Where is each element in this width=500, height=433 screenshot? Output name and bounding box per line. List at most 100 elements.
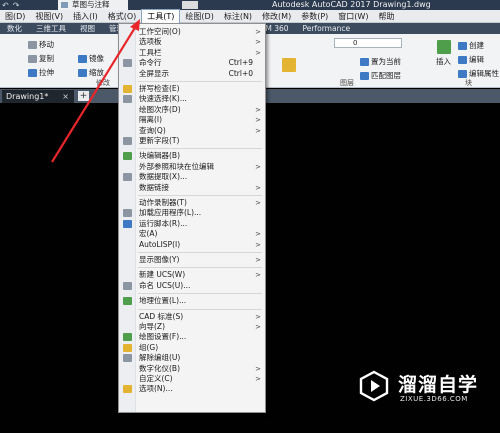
share-button[interactable] <box>182 1 198 9</box>
workspace-switcher[interactable]: 草图与注释 <box>58 0 128 10</box>
tools-menu-item[interactable]: 查询(Q) > <box>119 126 265 136</box>
tools-menu-item[interactable]: 隔离(I) > <box>119 115 265 125</box>
tools-menu-item-label: 加载应用程序(L)... <box>139 208 202 218</box>
submenu-arrow-icon: > <box>255 105 261 114</box>
named-ucs-icon <box>123 281 132 290</box>
menu-format[interactable]: 格式(O) <box>103 10 142 23</box>
ribbon-tab-performance[interactable]: Performance <box>296 23 358 34</box>
close-icon[interactable]: × <box>62 90 69 103</box>
menu-draw-partial[interactable]: 图(D) <box>0 10 30 23</box>
tools-menu-item[interactable]: 选项板 > <box>119 37 265 47</box>
tools-menu-item[interactable]: 运行脚本(R)... <box>119 219 265 229</box>
menu-modify[interactable]: 修改(M) <box>257 10 296 23</box>
move-button[interactable]: 移动 <box>28 39 54 50</box>
tools-menu-item[interactable]: 解除编组(U) <box>119 353 265 363</box>
submenu-arrow-icon: > <box>255 364 261 373</box>
tools-menu-item[interactable]: 绘图设置(F)... <box>119 332 265 342</box>
tools-menu-item[interactable]: 命名 UCS(U)... <box>119 281 265 291</box>
tools-menu-item-label: 命令行 <box>139 58 162 68</box>
load-app-icon <box>123 209 132 218</box>
ribbon-tab-digitize[interactable]: 数化 <box>0 23 29 34</box>
mirror-icon <box>78 54 87 63</box>
tools-menu-item-label: 数据提取(X)... <box>139 172 188 182</box>
quick-access-toolbar[interactable]: ↶ ↷ <box>2 0 19 10</box>
tools-menu-item[interactable]: 数据链接 > <box>119 183 265 193</box>
tools-menu-item-label: 更新字段(T) <box>139 136 180 145</box>
menu-separator <box>138 81 262 82</box>
menu-parametric[interactable]: 参数(P) <box>296 10 333 23</box>
tools-menu-item-label: 选项板 <box>139 37 162 47</box>
tools-menu-item[interactable]: 快速选择(K)... <box>119 94 265 104</box>
update-field-icon <box>123 137 132 145</box>
scale-button[interactable]: 缩放 <box>78 67 104 78</box>
undo-icon[interactable]: ↶ <box>2 1 9 10</box>
tools-menu-item[interactable]: 工具栏 > <box>119 48 265 58</box>
tools-menu-item[interactable]: 外部参照和块在位编辑 > <box>119 162 265 172</box>
tools-menu-item-label: 数据链接 <box>139 182 169 192</box>
menu-help[interactable]: 帮助 <box>373 10 399 23</box>
tools-menu-item[interactable]: 全屏显示 Ctrl+0 <box>119 69 265 79</box>
layer-panel-title[interactable]: 图层 <box>340 78 354 88</box>
mirror-button[interactable]: 镜像 <box>78 53 104 64</box>
tools-menu-item-label: 拼写检查(E) <box>139 84 180 93</box>
submenu-arrow-icon: > <box>255 256 261 264</box>
insert-block-button[interactable]: 插入 <box>436 40 451 67</box>
tools-menu-item[interactable]: 加载应用程序(L)... <box>119 208 265 218</box>
tools-menu-item[interactable]: 地理位置(L)... <box>119 296 265 306</box>
tools-menu-item[interactable]: AutoLISP(I) > <box>119 240 265 250</box>
tools-menu-item[interactable]: 组(G) <box>119 343 265 353</box>
menu-insert[interactable]: 插入(I) <box>68 10 103 23</box>
submenu-arrow-icon: > <box>255 28 261 36</box>
layer-combo[interactable]: 0 <box>334 38 402 48</box>
tools-menu-item-label: 运行脚本(R)... <box>139 218 188 228</box>
tools-menu-item[interactable]: 显示图像(Y) > <box>119 255 265 265</box>
tools-menu-item[interactable]: 块编辑器(B) <box>119 151 265 161</box>
drafting-settings-icon <box>123 333 132 342</box>
ribbon-tab-view[interactable]: 视图 <box>73 23 102 34</box>
edit-block-button[interactable]: 编辑 <box>458 54 484 65</box>
tools-menu-item[interactable]: 向导(Z) > <box>119 322 265 332</box>
tools-menu-item[interactable]: 更新字段(T) <box>119 136 265 146</box>
tools-menu-item[interactable]: 工作空间(O) > <box>119 27 265 37</box>
stretch-button[interactable]: 拉伸 <box>28 67 54 78</box>
ribbon-tab-3d-tools[interactable]: 三维工具 <box>29 23 73 34</box>
menu-window[interactable]: 窗口(W) <box>333 10 373 23</box>
redo-icon[interactable]: ↷ <box>13 1 20 10</box>
tools-menu-item[interactable]: CAD 标准(S) > <box>119 312 265 322</box>
modify-panel-title[interactable]: 修改 <box>96 78 110 88</box>
tools-menu-item[interactable]: 拼写检查(E) <box>119 84 265 94</box>
tools-menu-item[interactable]: 自定义(C) > <box>119 374 265 384</box>
menu-bar: 图(D) 视图(V) 插入(I) 格式(O) 工具(T) 绘图(D) 标注(N)… <box>0 9 500 23</box>
tools-menu-item-label: 宏(A) <box>139 229 158 239</box>
tools-menu-item[interactable]: 命令行 Ctrl+9 <box>119 58 265 68</box>
watermark-brand: 溜溜自学 <box>398 374 479 396</box>
submenu-arrow-icon: > <box>255 162 261 171</box>
menu-tools[interactable]: 工具(T) <box>141 9 181 23</box>
ungroup-icon <box>123 354 132 363</box>
tools-menu-item[interactable]: 新建 UCS(W) > <box>119 270 265 280</box>
layer-properties-button[interactable] <box>282 58 296 72</box>
tools-menu-item-label: 绘图设置(F)... <box>139 332 187 342</box>
menu-draw[interactable]: 绘图(D) <box>180 10 218 23</box>
new-tab-button[interactable]: + <box>78 91 89 101</box>
tools-menu-item[interactable]: 数据提取(X)... <box>119 172 265 182</box>
match-layer-button[interactable]: 匹配图层 <box>360 70 401 81</box>
doc-tab-drawing1[interactable]: Drawing1* × <box>2 90 74 103</box>
tools-menu-item[interactable]: 数字化仪(B) > <box>119 364 265 374</box>
tools-menu-item[interactable]: 选项(N)... <box>119 384 265 394</box>
tools-menu-item[interactable]: 宏(A) > <box>119 229 265 239</box>
tools-menu-item-label: 地理位置(L)... <box>139 296 187 306</box>
copy-button[interactable]: 复制 <box>28 53 54 64</box>
menu-view[interactable]: 视图(V) <box>30 10 68 23</box>
tools-menu-item-label: 组(G) <box>139 342 159 352</box>
tools-menu-item-label: 动作录制器(T) <box>139 198 187 207</box>
create-block-button[interactable]: 创建 <box>458 40 484 51</box>
menu-dimension[interactable]: 标注(N) <box>219 10 257 23</box>
block-panel-title[interactable]: 块 <box>465 78 472 88</box>
set-current-icon <box>360 57 369 66</box>
tools-menu-item[interactable]: 动作录制器(T) > <box>119 198 265 208</box>
set-current-button[interactable]: 置为当前 <box>360 56 401 67</box>
create-block-icon <box>458 41 467 50</box>
tools-menu-item[interactable]: 绘图次序(D) > <box>119 105 265 115</box>
tools-menu-item-label: 查询(Q) <box>139 125 166 135</box>
